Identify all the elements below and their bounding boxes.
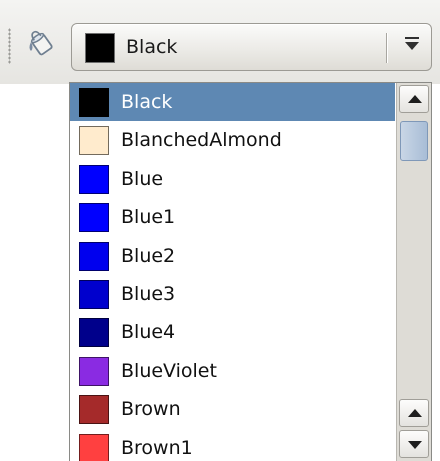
color-label: Blue	[121, 167, 164, 190]
color-swatch	[79, 433, 109, 461]
color-swatch	[79, 318, 109, 348]
selected-color-label: Black	[126, 36, 178, 58]
color-dropdown-list: Black BlanchedAlmond Blue Blue1 Blue2 Blue3 Bl…	[69, 82, 432, 461]
chevron-down-icon[interactable]	[405, 37, 419, 50]
color-list: Black BlanchedAlmond Blue Blue1 Blue2 Blue3 Bl…	[70, 83, 395, 461]
color-list-item[interactable]: Black	[70, 83, 395, 122]
color-label: Blue3	[121, 282, 176, 305]
selected-color-swatch	[85, 33, 115, 63]
color-list-item[interactable]: Blue4	[70, 313, 395, 351]
color-list-item[interactable]: BlueViolet	[70, 352, 395, 390]
color-list-item[interactable]: Brown1	[70, 429, 395, 461]
arrow-up-icon	[408, 95, 422, 103]
fill-color-button[interactable]	[18, 24, 64, 66]
color-list-item[interactable]: Blue2	[70, 237, 395, 275]
scrollbar-thumb[interactable]	[400, 121, 428, 161]
color-list-item[interactable]: Blue3	[70, 275, 395, 313]
scroll-up-button-lower[interactable]	[399, 399, 429, 427]
color-label: Blue4	[121, 321, 176, 344]
color-swatch	[79, 356, 109, 386]
color-swatch	[79, 241, 109, 271]
color-list-item[interactable]: Blue	[70, 160, 395, 198]
color-list-item[interactable]: Blue1	[70, 198, 395, 236]
toolbar-grip-handle[interactable]	[8, 28, 11, 64]
combo-separator	[386, 33, 387, 63]
color-combo-box[interactable]: Black	[71, 23, 432, 71]
scrollbar[interactable]	[396, 83, 431, 461]
color-label: BlanchedAlmond	[121, 129, 282, 152]
color-swatch	[79, 279, 109, 309]
toolbar: Black	[0, 0, 440, 84]
arrow-down-icon	[408, 441, 422, 449]
color-label: Brown1	[121, 436, 193, 459]
arrow-up-icon	[408, 409, 422, 417]
color-swatch	[79, 164, 109, 194]
color-list-item[interactable]: Brown	[70, 390, 395, 428]
scroll-up-button[interactable]	[399, 85, 429, 113]
color-swatch	[79, 395, 109, 425]
color-swatch	[79, 203, 109, 233]
scroll-down-button[interactable]	[399, 430, 429, 458]
color-swatch	[79, 126, 109, 156]
color-label: BlueViolet	[121, 359, 217, 382]
color-label: Black	[121, 91, 173, 113]
color-list-item[interactable]: BlanchedAlmond	[70, 121, 395, 159]
color-label: Blue1	[121, 206, 176, 229]
color-swatch	[79, 88, 109, 117]
color-label: Brown	[121, 398, 181, 421]
color-label: Blue2	[121, 244, 176, 267]
paint-bucket-icon	[26, 28, 56, 62]
